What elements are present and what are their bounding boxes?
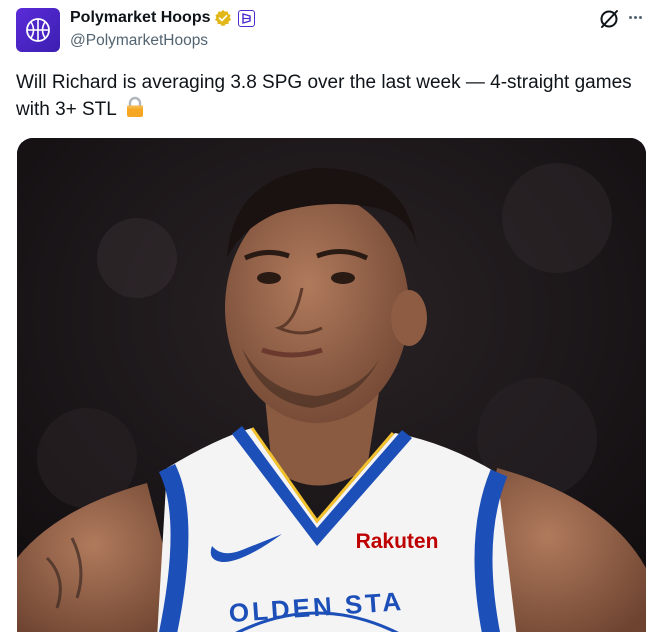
basketball-logo-icon <box>26 18 50 42</box>
grok-icon[interactable] <box>598 8 620 30</box>
author-name-row: Polymarket Hoops <box>70 9 256 27</box>
more-icon[interactable] <box>624 6 646 28</box>
tweet-media-photo[interactable]: Rakuten OLDEN STA <box>17 138 646 632</box>
player-photo: Rakuten OLDEN STA <box>17 138 646 632</box>
author-handle[interactable]: @PolymarketHoops <box>70 32 208 50</box>
tweet-text: Will Richard is averaging 3.8 SPG over t… <box>16 70 646 123</box>
tweet-body: Will Richard is averaging 3.8 SPG over t… <box>16 72 632 120</box>
jersey-sponsor: Rakuten <box>356 530 439 553</box>
author-avatar[interactable] <box>16 8 60 52</box>
verified-badge-icon[interactable] <box>214 9 232 27</box>
lock-icon <box>127 96 144 117</box>
polymarket-affiliate-icon[interactable] <box>238 9 256 27</box>
author-display-name[interactable]: Polymarket Hoops <box>70 9 210 27</box>
